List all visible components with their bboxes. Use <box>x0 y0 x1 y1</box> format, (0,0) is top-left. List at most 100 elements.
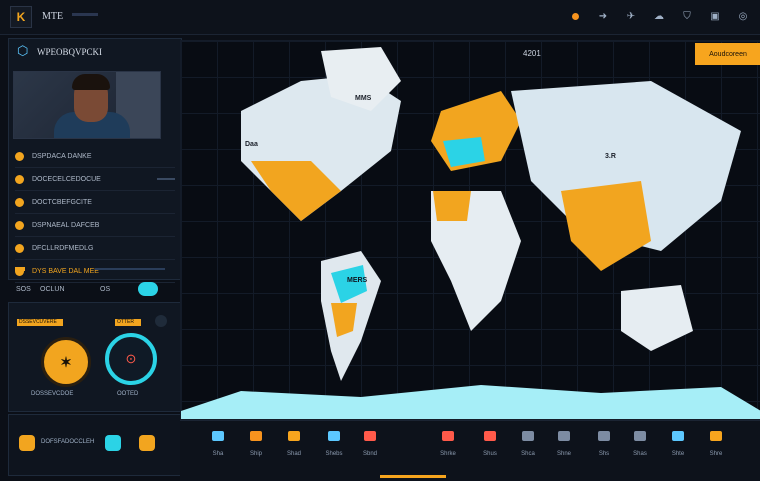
send-icon[interactable]: ✈ <box>624 9 638 23</box>
toolbar-icon <box>328 431 340 441</box>
video-person-hair <box>72 74 110 90</box>
toolbar-icon <box>522 431 534 441</box>
progress-track <box>15 267 173 271</box>
map-label: MERS <box>347 277 368 284</box>
status-dot-icon <box>15 151 24 161</box>
stat-label-left: DOSSEVCDOE <box>31 391 74 397</box>
mid-row: SOS OCLUN OS <box>8 282 180 298</box>
stat-label-right: OOTED <box>117 391 139 397</box>
app-logo[interactable]: K <box>10 6 32 28</box>
toolbar-icon <box>250 431 262 441</box>
map-label: Daa <box>245 141 258 148</box>
shield-icon[interactable]: ⛉ <box>680 9 694 23</box>
bottom-left-panel: DOFSFADOCCLEH <box>8 414 182 476</box>
toolbar-label: Ship <box>249 451 262 457</box>
map-label: 3.R <box>605 153 616 160</box>
list-item[interactable]: DSPDACA DANKE <box>15 145 175 168</box>
stat-panel: DSSEVCUVERE OTTER ✶ ⊙ DOSSEVCDOE OOTED <box>8 302 182 412</box>
toolbar-item[interactable]: Shad <box>280 431 308 465</box>
toolbar-icon <box>558 431 570 441</box>
toolbar-item[interactable]: Shte <box>664 431 692 465</box>
toolbar-active-indicator <box>380 475 446 478</box>
progress-fill <box>15 267 25 271</box>
toolbar-item[interactable]: Sbnd <box>356 431 384 465</box>
toolbar-icon <box>710 431 722 441</box>
list-item[interactable]: DSPNAEAL DAFCEB <box>15 214 175 237</box>
toolbar-item[interactable]: Shs <box>590 431 618 465</box>
alert-banner[interactable]: Aoudcoreen <box>695 43 760 65</box>
toggle-switch[interactable] <box>138 282 158 296</box>
list-item-label: DSPNAEAL DAFCEB <box>32 221 100 229</box>
stat-tag-right-label: OTTER <box>117 319 134 325</box>
toolbar-item[interactable]: Shas <box>626 431 654 465</box>
cyan-gauge-icon[interactable]: ⊙ <box>105 333 157 385</box>
status-dot-icon <box>15 174 24 184</box>
map-label: MMS <box>355 95 372 102</box>
contact-list: DSPDACA DANKE DOCECELCEDOCUE DOCTCBEFGCI… <box>15 145 175 283</box>
cyan-badge-icon[interactable] <box>105 435 121 451</box>
list-item-label: DFCLLRDFMEDLG <box>32 244 94 252</box>
toolbar-label: Shre <box>709 451 723 457</box>
toolbar-icon <box>484 431 496 441</box>
toolbar-icon <box>364 431 376 441</box>
toolbar-label: Shrke <box>440 451 456 457</box>
toolbar-item[interactable]: Shebs <box>320 431 348 465</box>
hexagon-icon: ⬡ <box>17 43 29 58</box>
toolbar-item[interactable]: Shre <box>702 431 730 465</box>
toolbar-item[interactable]: Shca <box>514 431 542 465</box>
status-dot-icon <box>15 220 24 230</box>
left-panel: ⬡ WPEOBQVPCKI DSPDACA DANKE DOCECELCEDOC… <box>8 38 182 283</box>
video-feed[interactable] <box>13 71 161 139</box>
orange-gauge-icon[interactable]: ✶ <box>41 337 91 387</box>
world-map[interactable]: 4201 Aoudcoreen MMS Daa 3.R MERS <box>180 40 760 420</box>
toolbar-label: Shca <box>521 451 535 457</box>
orange-badge-icon[interactable] <box>139 435 155 451</box>
top-icon-bar: ➜ ✈ ☁ ⛉ ▣ ◎ <box>568 9 750 23</box>
toolbar-item[interactable]: Sha <box>204 431 232 465</box>
toolbar-icon <box>634 431 646 441</box>
map-title: 4201 <box>523 49 541 58</box>
list-item[interactable]: DFCLLRDFMEDLG <box>15 237 175 260</box>
top-bar: K MTE ➜ ✈ ☁ ⛉ ▣ ◎ <box>0 0 760 35</box>
toolbar-label: Sha <box>212 451 224 457</box>
orange-badge-icon[interactable] <box>19 435 35 451</box>
toolbar-label: Shne <box>556 451 571 457</box>
toolbar-label: Shad <box>286 451 301 457</box>
image-icon[interactable]: ▣ <box>708 9 722 23</box>
map-svg <box>181 47 760 419</box>
bottom-toolbar: Sha Ship Shad Shebs Sbnd Shrke Shus Shca… <box>180 420 760 481</box>
link-icon[interactable]: ➜ <box>596 9 610 23</box>
africa-highlight <box>433 191 471 221</box>
toolbar-item[interactable]: Shrke <box>434 431 462 465</box>
settings-icon[interactable] <box>155 315 167 327</box>
toolbar-icon <box>288 431 300 441</box>
cloud-icon[interactable]: ☁ <box>652 9 666 23</box>
mid-count-label: OS <box>100 286 111 293</box>
list-item[interactable]: DOCTCBEFGCITE <box>15 191 175 214</box>
list-item-bar <box>157 178 175 180</box>
mid-center-label: OCLUN <box>40 286 65 293</box>
app-subtitle-bar <box>72 13 98 16</box>
list-item-label: DOCECELCEDOCUE <box>32 175 101 183</box>
list-item-label: DSPDACA DANKE <box>32 152 92 160</box>
antarctica-shape <box>181 385 760 419</box>
australia-shape <box>621 285 693 351</box>
toolbar-icon <box>672 431 684 441</box>
toolbar-item[interactable]: Shus <box>476 431 504 465</box>
toolbar-label: Shebs <box>325 451 343 457</box>
mid-left-label: SOS <box>16 286 31 293</box>
progress-rest <box>95 268 165 270</box>
toolbar-label: Shs <box>598 451 610 457</box>
toolbar-item[interactable]: Ship <box>242 431 270 465</box>
list-item-active[interactable]: DYS BAVE DAL MEE <box>15 260 175 283</box>
panel-title: WPEOBQVPCKI <box>37 47 103 57</box>
toolbar-item[interactable]: Shne <box>550 431 578 465</box>
globe-icon[interactable]: ◎ <box>736 9 750 23</box>
toolbar-label: Shte <box>671 451 685 457</box>
toolbar-icon <box>212 431 224 441</box>
toolbar-icon <box>598 431 610 441</box>
orange-dot-icon[interactable] <box>568 9 582 23</box>
list-item[interactable]: DOCECELCEDOCUE <box>15 168 175 191</box>
bottom-left-label: DOFSFADOCCLEH <box>41 439 95 445</box>
toolbar-icon <box>442 431 454 441</box>
